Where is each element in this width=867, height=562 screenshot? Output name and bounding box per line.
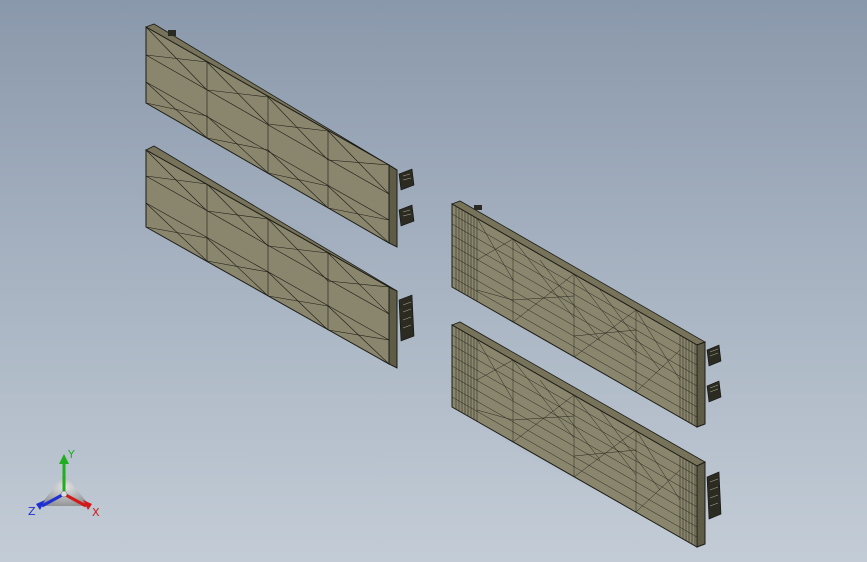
graphics-viewport[interactable]: Y X Z (0, 0, 867, 562)
y-axis-label: Y (67, 448, 75, 461)
x-axis-label: X (92, 506, 100, 519)
orientation-triad[interactable]: Y X Z (28, 448, 104, 522)
z-axis-label: Z (28, 505, 36, 518)
model-scene[interactable] (0, 0, 867, 562)
